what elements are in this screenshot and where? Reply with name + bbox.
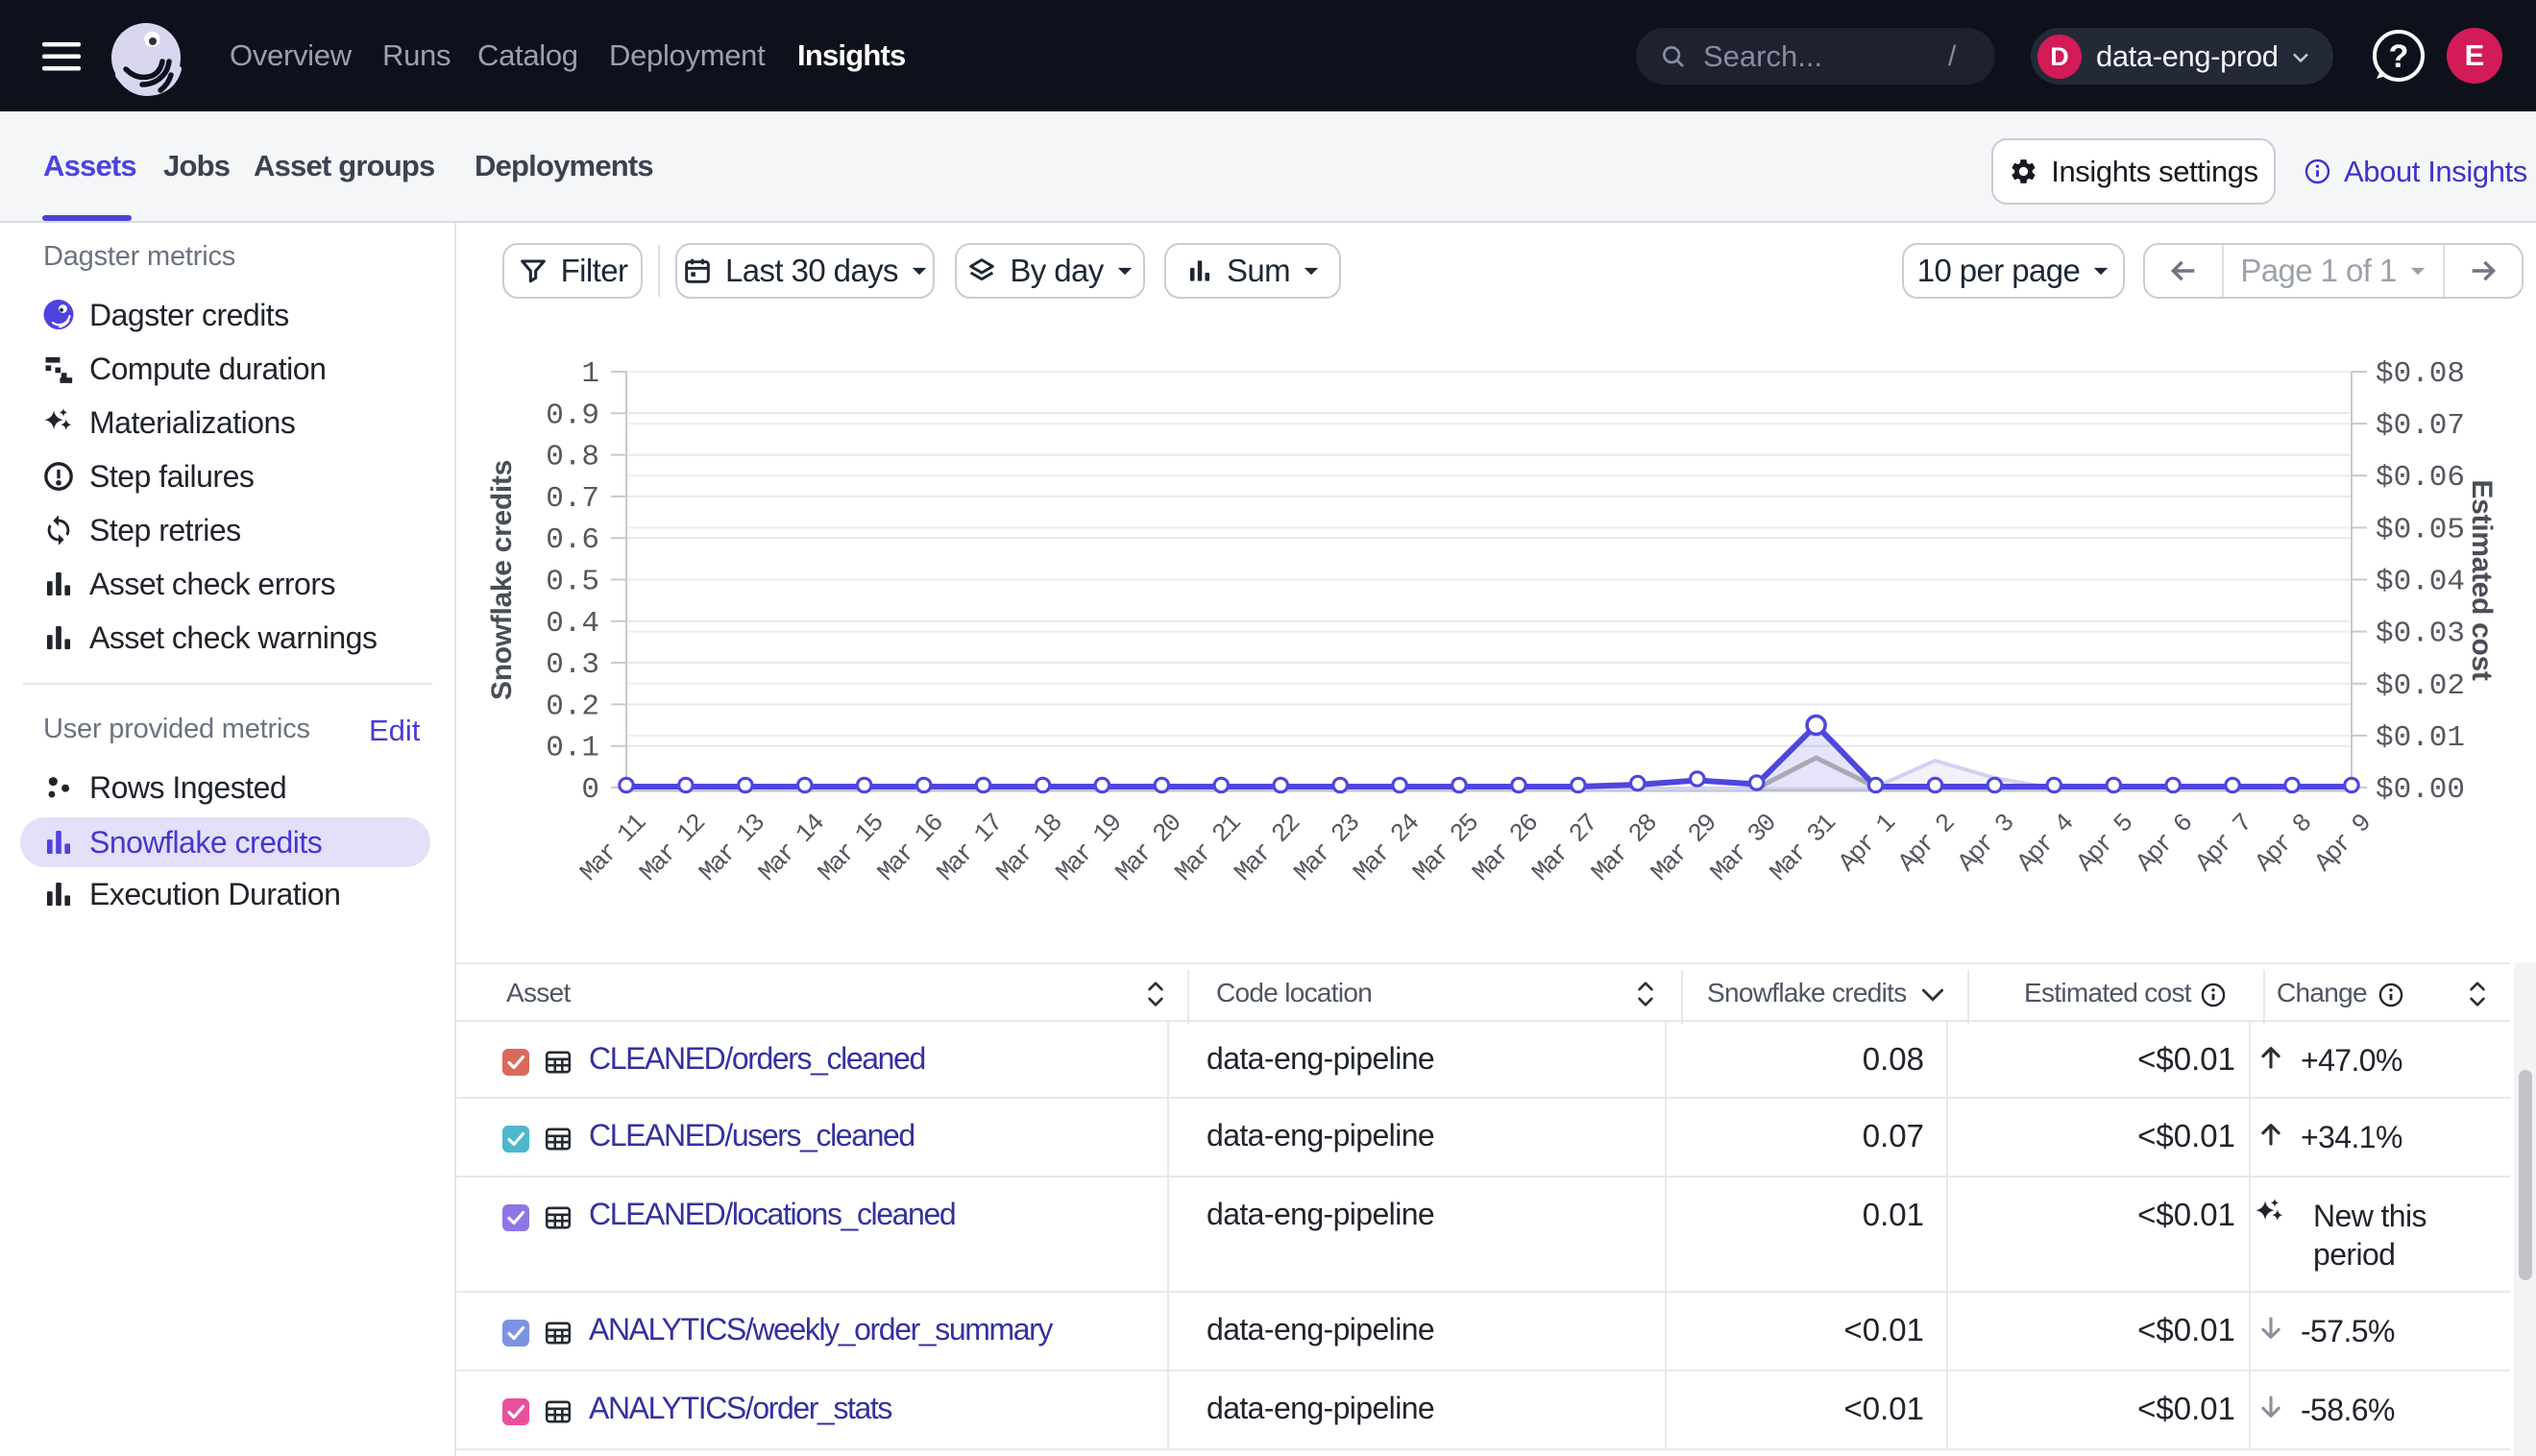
svg-text:Apr 9: Apr 9: [2309, 809, 2378, 878]
svg-text:$0.07: $0.07: [2376, 409, 2465, 443]
svg-text:Snowflake credits: Snowflake credits: [486, 460, 518, 700]
svg-text:Mar 20: Mar 20: [1110, 809, 1187, 887]
svg-text:Mar 28: Mar 28: [1586, 809, 1663, 887]
svg-text:0.6: 0.6: [546, 523, 599, 557]
svg-text:Mar 17: Mar 17: [932, 810, 1009, 887]
svg-text:Mar 26: Mar 26: [1467, 809, 1544, 887]
svg-text:Mar 22: Mar 22: [1229, 809, 1305, 887]
svg-text:Mar 13: Mar 13: [694, 809, 770, 887]
svg-text:Apr 3: Apr 3: [1952, 809, 2020, 878]
svg-text:Estimated cost: Estimated cost: [2466, 479, 2498, 681]
svg-text:0: 0: [581, 773, 599, 807]
svg-text:$0.08: $0.08: [2376, 357, 2465, 391]
svg-text:Mar 31: Mar 31: [1765, 809, 1841, 887]
svg-text:0.7: 0.7: [546, 482, 599, 516]
svg-text:0.9: 0.9: [546, 399, 599, 432]
svg-text:Apr 4: Apr 4: [2012, 809, 2080, 878]
svg-text:Apr 8: Apr 8: [2250, 809, 2318, 878]
svg-text:Mar 30: Mar 30: [1705, 809, 1782, 887]
svg-text:Mar 11: Mar 11: [574, 809, 651, 887]
svg-text:Apr 1: Apr 1: [1833, 809, 1901, 878]
svg-text:0.1: 0.1: [546, 732, 599, 765]
svg-text:Mar 12: Mar 12: [634, 809, 711, 887]
svg-text:$0.00: $0.00: [2376, 773, 2465, 807]
svg-text:Mar 29: Mar 29: [1646, 809, 1722, 887]
svg-text:Mar 18: Mar 18: [991, 809, 1068, 887]
svg-text:0.3: 0.3: [546, 648, 599, 682]
svg-text:1: 1: [581, 357, 599, 391]
svg-text:Mar 24: Mar 24: [1348, 809, 1425, 887]
svg-text:Mar 27: Mar 27: [1526, 810, 1603, 887]
svg-text:Mar 16: Mar 16: [872, 809, 949, 887]
svg-text:0.4: 0.4: [546, 607, 599, 641]
svg-text:$0.01: $0.01: [2376, 721, 2465, 755]
svg-text:Apr 7: Apr 7: [2190, 810, 2257, 878]
svg-text:$0.03: $0.03: [2376, 618, 2465, 651]
svg-text:$0.04: $0.04: [2376, 566, 2465, 599]
svg-text:$0.06: $0.06: [2376, 461, 2465, 495]
svg-text:Apr 2: Apr 2: [1892, 809, 1961, 878]
svg-text:Mar 25: Mar 25: [1407, 809, 1484, 887]
svg-text:Apr 5: Apr 5: [2071, 809, 2139, 878]
svg-text:Mar 23: Mar 23: [1288, 809, 1365, 887]
svg-text:$0.05: $0.05: [2376, 513, 2465, 546]
svg-text:Mar 15: Mar 15: [813, 809, 890, 887]
svg-text:Apr 6: Apr 6: [2131, 809, 2199, 878]
svg-text:$0.02: $0.02: [2376, 669, 2465, 703]
svg-text:0.2: 0.2: [546, 690, 599, 723]
svg-text:0.8: 0.8: [546, 441, 599, 474]
svg-text:0.5: 0.5: [546, 566, 599, 599]
svg-text:?: ?: [2389, 38, 2409, 75]
svg-text:Mar 21: Mar 21: [1170, 809, 1247, 887]
svg-text:Mar 14: Mar 14: [753, 809, 830, 887]
svg-text:Mar 19: Mar 19: [1051, 809, 1128, 887]
